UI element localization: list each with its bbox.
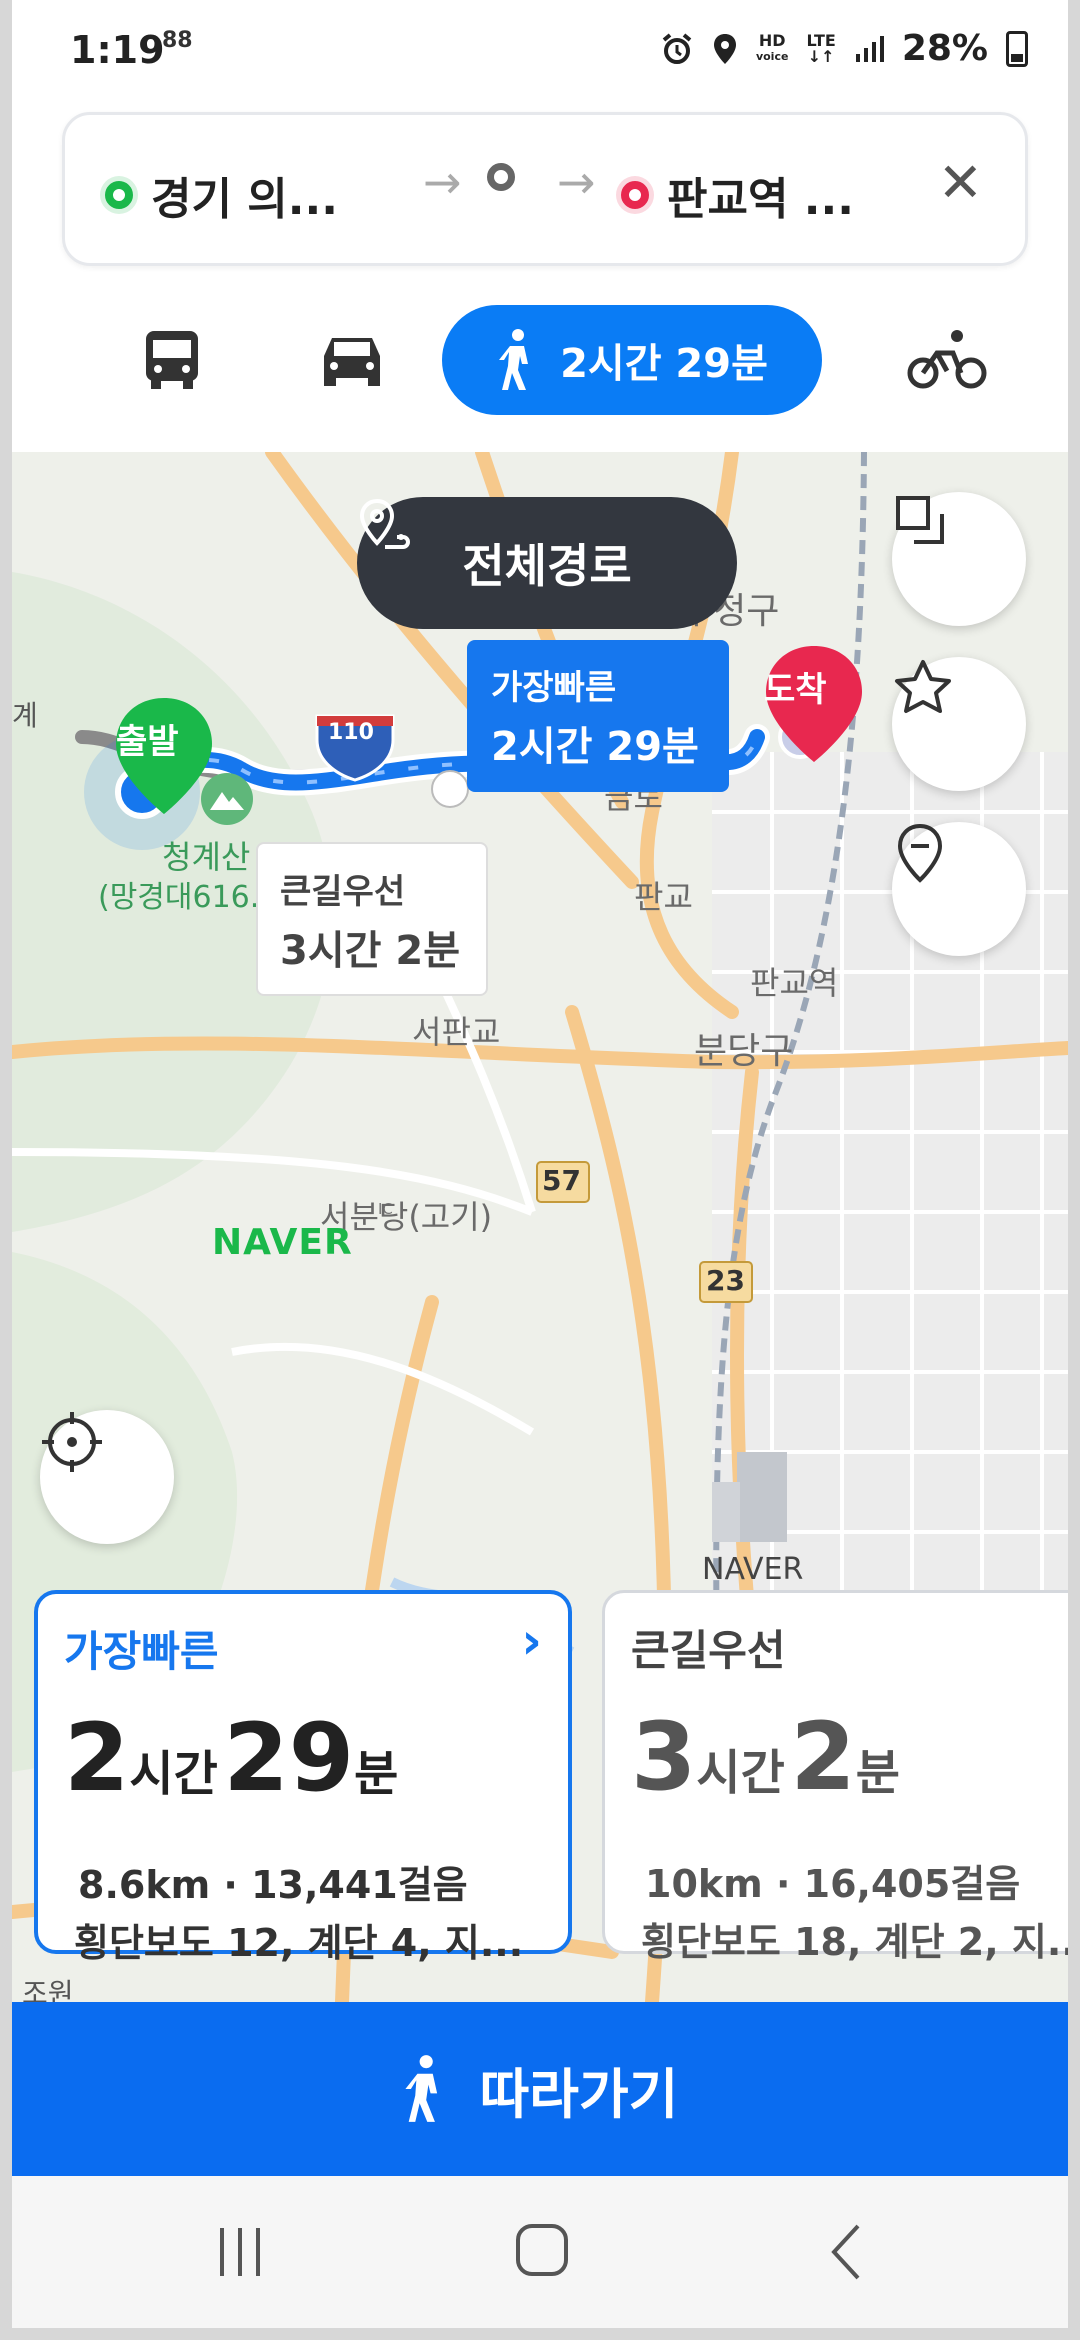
origin-dot-icon (105, 181, 133, 209)
chevron-right-icon: › (521, 1612, 542, 1670)
route-search-bar[interactable]: 경기 의... → → 판교역 ... ✕ (62, 112, 1028, 266)
route-pin-icon (359, 498, 410, 549)
my-location-button[interactable] (40, 1410, 174, 1544)
arrow-right-icon: → (423, 155, 462, 209)
card-details: 횡단보도 18, 계단 2, 지... (641, 1920, 1068, 1964)
voice-text: voice (755, 49, 789, 63)
tab-bike[interactable] (892, 305, 1002, 415)
cc-icon: 88 (162, 30, 193, 52)
card-minutes-unit: 분 (855, 1745, 900, 1801)
phone-screen: 1:19 88 HD voice LTE ↓↑ 28% 경기 의... → → 판교… (12, 0, 1068, 2328)
full-route-label: 전체경로 (462, 539, 632, 593)
card-hours: 3 (631, 1703, 697, 1812)
start-pin-label: 출발 (116, 722, 179, 762)
card-distance: 10km · 16,405걸음 (645, 1862, 1021, 1906)
location-icon (713, 33, 736, 64)
status-icons: HD voice LTE ↓↑ 28% (660, 28, 1028, 69)
callout-fast-title: 가장빠른 (491, 668, 617, 708)
card-duration: 3시간 2분 (631, 1703, 900, 1812)
follow-button[interactable]: 따라가기 (12, 2002, 1068, 2176)
crosshair-icon (42, 1412, 102, 1472)
destination-label: 판교역 ... (667, 174, 854, 225)
map-label-bundanggu: 분당구 (694, 1031, 794, 1072)
tab-walk[interactable]: 2시간 29분 (442, 305, 822, 415)
tab-transit[interactable] (112, 305, 232, 415)
map-label-gye: 계 (12, 699, 38, 732)
lte-arrows: ↓↑ (807, 46, 835, 66)
card-title: 가장빠른 (64, 1627, 219, 1676)
card-title: 큰길우선 (631, 1626, 786, 1675)
pin-remove-button[interactable] (892, 822, 1026, 956)
system-nav-bar (12, 2176, 1068, 2328)
battery-icon (1006, 30, 1028, 67)
transport-mode-tabs: 2시간 29분 (12, 295, 1068, 425)
status-time: 1:19 (70, 28, 165, 72)
pin-minus-icon (897, 823, 943, 883)
cc-badge: 88 (162, 28, 193, 53)
alarm-icon (662, 32, 692, 64)
road-110-label: 110 (328, 720, 374, 745)
card-hours-unit: 시간 (129, 1746, 218, 1802)
arrow-right-icon: → (557, 155, 596, 209)
bus-icon (146, 331, 198, 389)
bike-icon (907, 330, 987, 389)
hd-voice-icon: HD voice (755, 30, 789, 65)
walk-time: 2시간 29분 (560, 341, 768, 387)
full-route-button[interactable]: 전체경로 (357, 497, 737, 629)
card-details: 횡단보도 12, 계단 4, 지... (74, 1921, 524, 1965)
fastest-route-callout[interactable]: 가장빠른 2시간 29분 (467, 640, 729, 792)
callout-fast-time: 2시간 29분 (491, 724, 699, 770)
map-label-naver-building: NAVER (702, 1552, 804, 1587)
callout-big-time: 3시간 2분 (280, 928, 460, 974)
walk-icon (405, 2055, 437, 2122)
waypoint-dot-icon (487, 163, 515, 191)
card-minutes: 2 (790, 1703, 856, 1812)
star-icon (895, 660, 951, 713)
route-card-fastest[interactable]: 가장빠른 › 2시간 29분 8.6km · 13,441걸음 횡단보도 12,… (34, 1590, 572, 1965)
origin-field[interactable]: 경기 의... (105, 163, 338, 227)
origin-label: 경기 의... (151, 174, 338, 225)
favorite-button[interactable] (892, 657, 1026, 791)
card-minutes-unit: 분 (354, 1746, 399, 1802)
callout-big-title: 큰길우선 (280, 872, 406, 912)
status-bar: 1:19 88 HD voice LTE ↓↑ 28% (12, 0, 1068, 100)
route-card-main-road[interactable]: 큰길우선 › 3시간 2분 10km · 16,405걸음 횡단보도 18, 계… (602, 1590, 1068, 1964)
card-distance: 8.6km · 13,441걸음 (78, 1863, 468, 1907)
main-road-route-callout[interactable]: 큰길우선 3시간 2분 (256, 842, 488, 996)
road-23-label: 23 (706, 1264, 745, 1297)
road-57-label: 57 (542, 1164, 581, 1197)
back-icon[interactable] (822, 2222, 870, 2282)
card-hours-unit: 시간 (696, 1745, 785, 1801)
destination-field[interactable]: 판교역 ... (621, 163, 854, 227)
destination-dot-icon (621, 181, 649, 209)
map-label-pangyo-station: 판교역 (750, 964, 839, 1002)
map-label-pangyo: 판교 (634, 878, 693, 916)
follow-label: 따라가기 (479, 2062, 679, 2126)
naver-logo: NAVER (212, 1222, 353, 1263)
map-label-seopangyo: 서판교 (412, 1013, 501, 1051)
car-icon (324, 338, 380, 386)
lte-icon: LTE ↓↑ (806, 32, 835, 66)
tab-car[interactable] (292, 305, 412, 415)
battery-percent: 28% (901, 28, 988, 69)
card-minutes: 29 (223, 1704, 355, 1813)
home-icon[interactable] (512, 2220, 572, 2280)
close-icon[interactable]: ✕ (938, 151, 983, 214)
walk-icon (499, 329, 529, 390)
recent-apps-icon[interactable] (212, 2224, 268, 2280)
hd-text: HD (758, 30, 786, 50)
card-hours: 2 (64, 1704, 130, 1813)
signal-icon (855, 35, 884, 62)
layers-button[interactable] (892, 492, 1026, 626)
end-pin-label: 도착 (764, 670, 827, 710)
card-duration: 2시간 29분 (64, 1704, 398, 1813)
map-label-jowon: 조원 (22, 1977, 74, 2002)
layers-icon (896, 496, 944, 544)
waypoint-field[interactable] (487, 163, 533, 191)
